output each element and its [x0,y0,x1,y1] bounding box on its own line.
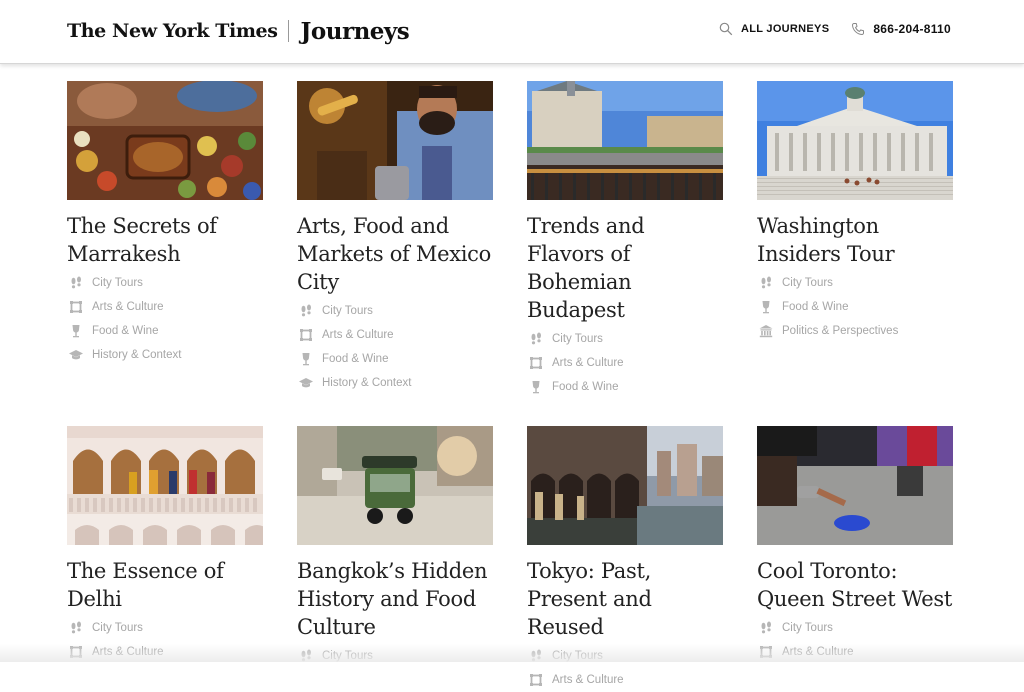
search-icon [719,22,733,36]
tag-city-tours: City Tours [67,616,263,640]
tag-history-and-context: History & Context [297,371,493,395]
brand-lockup[interactable]: The New York Times Journeys [67,16,410,46]
frame-icon [530,357,542,369]
tag-label: Politics & Perspectives [782,325,899,337]
tag-label: History & Context [92,349,182,361]
nyt-logo[interactable]: The New York Times [67,20,278,42]
tag-food-and-wine: Food & Wine [757,295,953,319]
wineglass-icon [72,325,80,338]
footprints-icon [761,621,771,634]
brand-divider [287,20,289,42]
footprints-icon [71,621,81,634]
tag-arts-and-culture: Arts & Culture [67,295,263,319]
tag-city-tours: City Tours [297,299,493,323]
journey-title[interactable]: Bangkok’s Hidden History and Food Cultur… [297,557,493,641]
footprints-icon [531,332,541,345]
footprints-icon [301,304,311,317]
footprints-icon [71,276,81,289]
journey-card[interactable]: The Essence of DelhiCity ToursArts & Cul… [67,426,263,664]
tag-label: History & Context [322,377,412,389]
journey-tags: City Tours Arts & Culture Food & Wine [527,327,723,399]
tag-label: Arts & Culture [552,357,624,369]
journey-tags: City Tours Arts & Culture Food & Wine Histo… [297,299,493,395]
journey-card[interactable]: Bangkok’s Hidden History and Food Cultur… [297,426,493,668]
delhi-balcony-photo[interactable] [67,426,263,545]
journey-title[interactable]: Cool Toronto: Queen Street West [757,557,953,613]
journey-title[interactable]: Trends and Flavors of Bohemian Budapest [527,212,723,324]
tag-label: Food & Wine [552,381,619,393]
journey-card[interactable]: Washington Insiders Tour City Tours Food &… [757,81,953,343]
journey-title[interactable]: The Secrets of Marrakesh [67,212,263,268]
phone-number: 866-204-8110 [873,22,951,36]
footprints-icon [761,276,771,289]
tag-city-tours: City Tours [757,616,953,640]
journey-title[interactable]: Tokyo: Past, Present and Reused [527,557,723,641]
toronto-chalk-art-photo[interactable] [757,426,953,545]
tag-label: City Tours [782,277,833,289]
tag-label: City Tours [552,333,603,345]
journey-tags: City Tours Food & Wine Politics & Perspect… [757,271,953,343]
tag-label: City Tours [92,622,143,634]
tag-label: Arts & Culture [322,329,394,341]
journey-card[interactable]: The Secrets of Marrakesh City Tours Arts &… [67,81,263,367]
tag-city-tours: City Tours [527,327,723,351]
tag-label: City Tours [782,622,833,634]
wineglass-icon [762,301,770,314]
journey-tags: City Tours Arts & Culture Food & Wine Histo… [67,271,263,367]
all-journeys-link[interactable]: ALL JOURNEYS [719,22,829,36]
tag-food-and-wine: Food & Wine [67,319,263,343]
tag-label: Arts & Culture [552,674,624,686]
tokyo-canal-photo[interactable] [527,426,723,545]
tag-food-and-wine: Food & Wine [297,347,493,371]
journey-card[interactable]: Cool Toronto: Queen Street West City Tour… [757,426,953,664]
bangkok-tuktuk-photo[interactable] [297,426,493,545]
tag-food-and-wine: Food & Wine [527,375,723,399]
scroll-fade [0,644,1024,662]
tag-city-tours: City Tours [67,271,263,295]
wineglass-icon [532,381,540,394]
journeys-logo[interactable]: Journeys [301,18,410,45]
wineglass-icon [302,353,310,366]
journey-title[interactable]: Arts, Food and Markets of Mexico City [297,212,493,296]
tag-label: City Tours [322,305,373,317]
tag-arts-and-culture: Arts & Culture [527,668,723,692]
tag-label: City Tours [92,277,143,289]
all-journeys-label: ALL JOURNEYS [740,23,830,35]
capitol-icon [759,325,773,338]
tag-history-and-context: History & Context [67,343,263,367]
tag-label: Food & Wine [92,325,159,337]
frame-icon [70,301,82,313]
site-header: The New York Times Journeys ALL JOURNEYS… [0,0,1024,64]
tag-label: Food & Wine [782,301,849,313]
tag-arts-and-culture: Arts & Culture [527,351,723,375]
budapest-riverfront-photo[interactable] [527,81,723,200]
tag-arts-and-culture: Arts & Culture [297,323,493,347]
graduation-cap-icon [69,350,83,360]
tag-label: Food & Wine [322,353,389,365]
header-nav: ALL JOURNEYS 866-204-8110 [719,22,951,36]
journey-card[interactable]: Trends and Flavors of Bohemian Budapest C… [527,81,723,399]
tag-label: Arts & Culture [92,301,164,313]
frame-icon [530,674,542,686]
frame-icon [300,329,312,341]
journey-title[interactable]: Washington Insiders Tour [757,212,953,268]
mexico-city-bartender-photo[interactable] [297,81,493,200]
journey-card[interactable]: Arts, Food and Markets of Mexico City Cit… [297,81,493,395]
library-of-congress-photo[interactable] [757,81,953,200]
phone-icon [852,23,865,36]
phone-link[interactable]: 866-204-8110 [851,22,951,36]
tag-city-tours: City Tours [757,271,953,295]
marrakesh-food-photo[interactable] [67,81,263,200]
graduation-cap-icon [299,378,313,388]
journey-title[interactable]: The Essence of Delhi [67,557,263,613]
tag-politics-and-perspectives: Politics & Perspectives [757,319,953,343]
